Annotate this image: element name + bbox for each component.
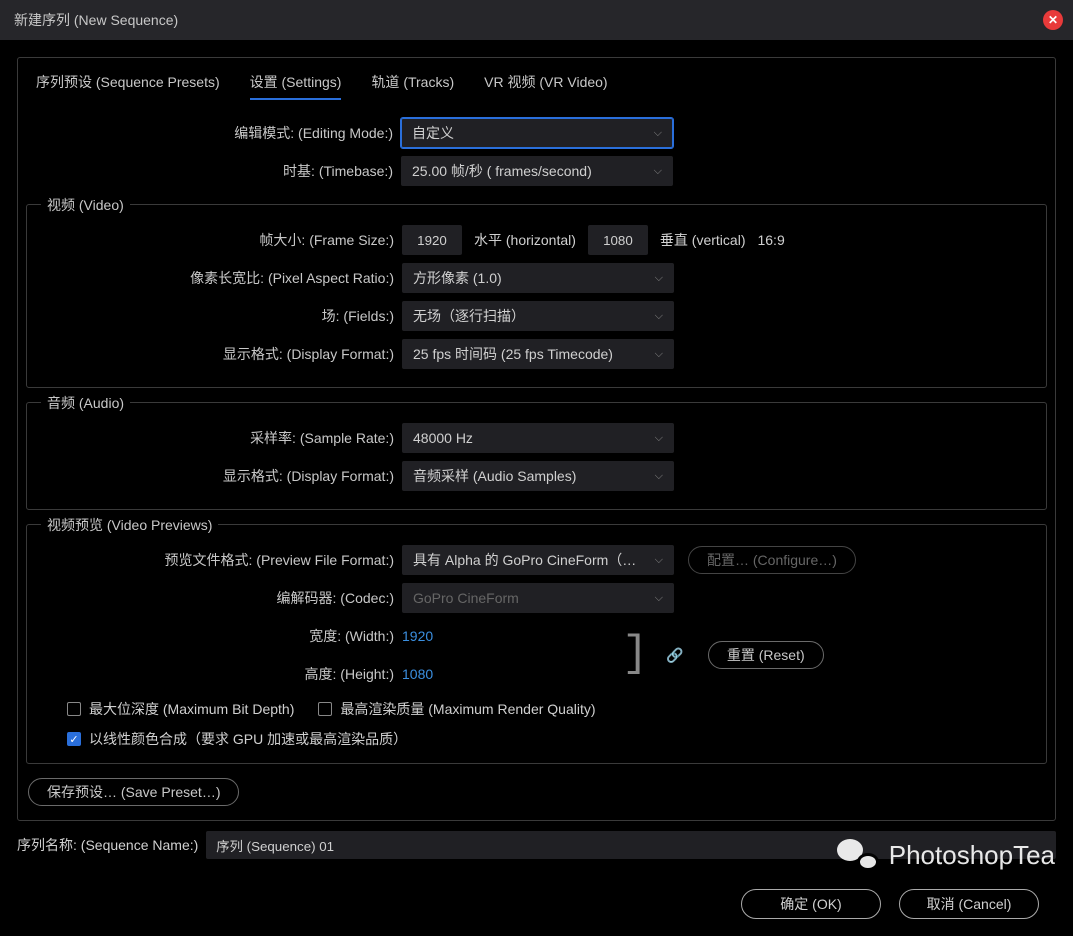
frame-size-label: 帧大小: (Frame Size:) — [35, 230, 402, 250]
chevron-down-icon: ⌵ — [654, 165, 662, 178]
max-render-quality-label: 最高渲染质量 (Maximum Render Quality) — [340, 699, 595, 719]
tab-vr-video[interactable]: VR 视频 (VR Video) — [484, 72, 607, 100]
chain-link-icon[interactable]: 🔗 — [666, 647, 683, 664]
linear-composite-label: 以线性颜色合成（要求 GPU 加速或最高渲染品质） — [89, 729, 407, 749]
preview-legend: 视频预览 (Video Previews) — [41, 515, 218, 535]
audio-legend: 音频 (Audio) — [41, 393, 130, 413]
window-title: 新建序列 (New Sequence) — [14, 10, 178, 30]
tabs: 序列预设 (Sequence Presets) 设置 (Settings) 轨道… — [18, 58, 1055, 100]
vertical-label: 垂直 (vertical) — [648, 230, 758, 250]
cancel-button[interactable]: 取消 (Cancel) — [899, 889, 1039, 919]
settings-panel: 序列预设 (Sequence Presets) 设置 (Settings) 轨道… — [17, 57, 1056, 821]
audio-fieldset: 音频 (Audio) 采样率: (Sample Rate:) 48000 Hz … — [26, 402, 1047, 510]
video-display-format-label: 显示格式: (Display Format:) — [35, 344, 402, 364]
reset-button[interactable]: 重置 (Reset) — [708, 641, 824, 669]
timebase-value: 25.00 帧/秒 ( frames/second) — [412, 161, 592, 181]
sequence-name-label: 序列名称: (Sequence Name:) — [17, 835, 198, 855]
editing-mode-label: 编辑模式: (Editing Mode:) — [18, 123, 401, 143]
par-label: 像素长宽比: (Pixel Aspect Ratio:) — [35, 268, 402, 288]
audio-display-format-value: 音频采样 (Audio Samples) — [413, 466, 576, 486]
max-bit-depth-checkbox[interactable] — [67, 702, 81, 716]
chevron-down-icon: ⌵ — [655, 432, 663, 445]
preview-file-format-dropdown[interactable]: 具有 Alpha 的 GoPro CineForm（… ⌵ — [402, 545, 674, 575]
editing-mode-dropdown[interactable]: 自定义 ⌵ — [401, 118, 673, 148]
titlebar: 新建序列 (New Sequence) ✕ — [0, 0, 1073, 40]
tab-tracks[interactable]: 轨道 (Tracks) — [371, 72, 454, 100]
video-display-format-dropdown[interactable]: 25 fps 时间码 (25 fps Timecode) ⌵ — [402, 339, 674, 369]
chevron-down-icon: ⌵ — [655, 592, 663, 605]
codec-label: 编解码器: (Codec:) — [35, 588, 402, 608]
sample-rate-value: 48000 Hz — [413, 430, 473, 446]
editing-mode-value: 自定义 — [412, 123, 454, 143]
link-bracket-icon: ] — [622, 636, 648, 673]
video-legend: 视频 (Video) — [41, 195, 130, 215]
sample-rate-label: 采样率: (Sample Rate:) — [35, 428, 402, 448]
configure-button[interactable]: 配置… (Configure…) — [688, 546, 856, 574]
chevron-down-icon: ⌵ — [655, 310, 663, 323]
codec-dropdown: GoPro CineForm ⌵ — [402, 583, 674, 613]
close-button[interactable]: ✕ — [1043, 10, 1063, 30]
chevron-down-icon: ⌵ — [655, 272, 663, 285]
video-display-format-value: 25 fps 时间码 (25 fps Timecode) — [413, 344, 613, 364]
frame-width-input[interactable] — [402, 225, 462, 255]
aspect-ratio: 16:9 — [757, 232, 784, 248]
sequence-name-input[interactable] — [206, 831, 1056, 859]
preview-width-label: 宽度: (Width:) — [35, 626, 402, 646]
par-dropdown[interactable]: 方形像素 (1.0) ⌵ — [402, 263, 674, 293]
timebase-dropdown[interactable]: 25.00 帧/秒 ( frames/second) ⌵ — [401, 156, 673, 186]
preview-file-format-value: 具有 Alpha 的 GoPro CineForm（… — [413, 550, 636, 570]
preview-fieldset: 视频预览 (Video Previews) 预览文件格式: (Preview F… — [26, 524, 1047, 764]
timebase-label: 时基: (Timebase:) — [18, 161, 401, 181]
horizontal-label: 水平 (horizontal) — [462, 230, 588, 250]
chevron-down-icon: ⌵ — [655, 348, 663, 361]
preview-height-value[interactable]: 1080 — [402, 666, 452, 682]
chevron-down-icon: ⌵ — [655, 554, 663, 567]
sample-rate-dropdown[interactable]: 48000 Hz ⌵ — [402, 423, 674, 453]
max-bit-depth-label: 最大位深度 (Maximum Bit Depth) — [89, 699, 294, 719]
fields-dropdown[interactable]: 无场（逐行扫描） ⌵ — [402, 301, 674, 331]
frame-height-input[interactable] — [588, 225, 648, 255]
audio-display-format-dropdown[interactable]: 音频采样 (Audio Samples) ⌵ — [402, 461, 674, 491]
preview-height-label: 高度: (Height:) — [35, 664, 402, 684]
max-render-quality-checkbox[interactable] — [318, 702, 332, 716]
par-value: 方形像素 (1.0) — [413, 268, 502, 288]
preview-width-value[interactable]: 1920 — [402, 628, 452, 644]
audio-display-format-label: 显示格式: (Display Format:) — [35, 466, 402, 486]
chevron-down-icon: ⌵ — [654, 127, 662, 140]
tab-sequence-presets[interactable]: 序列预设 (Sequence Presets) — [36, 72, 220, 100]
codec-value: GoPro CineForm — [413, 590, 519, 606]
fields-label: 场: (Fields:) — [35, 306, 402, 326]
save-preset-button[interactable]: 保存预设… (Save Preset…) — [28, 778, 239, 806]
linear-composite-checkbox[interactable]: ✓ — [67, 732, 81, 746]
video-fieldset: 视频 (Video) 帧大小: (Frame Size:) 水平 (horizo… — [26, 204, 1047, 388]
tab-settings[interactable]: 设置 (Settings) — [250, 72, 342, 100]
ok-button[interactable]: 确定 (OK) — [741, 889, 881, 919]
fields-value: 无场（逐行扫描） — [413, 306, 525, 326]
chevron-down-icon: ⌵ — [655, 470, 663, 483]
close-icon: ✕ — [1048, 13, 1058, 27]
preview-file-format-label: 预览文件格式: (Preview File Format:) — [35, 550, 402, 570]
